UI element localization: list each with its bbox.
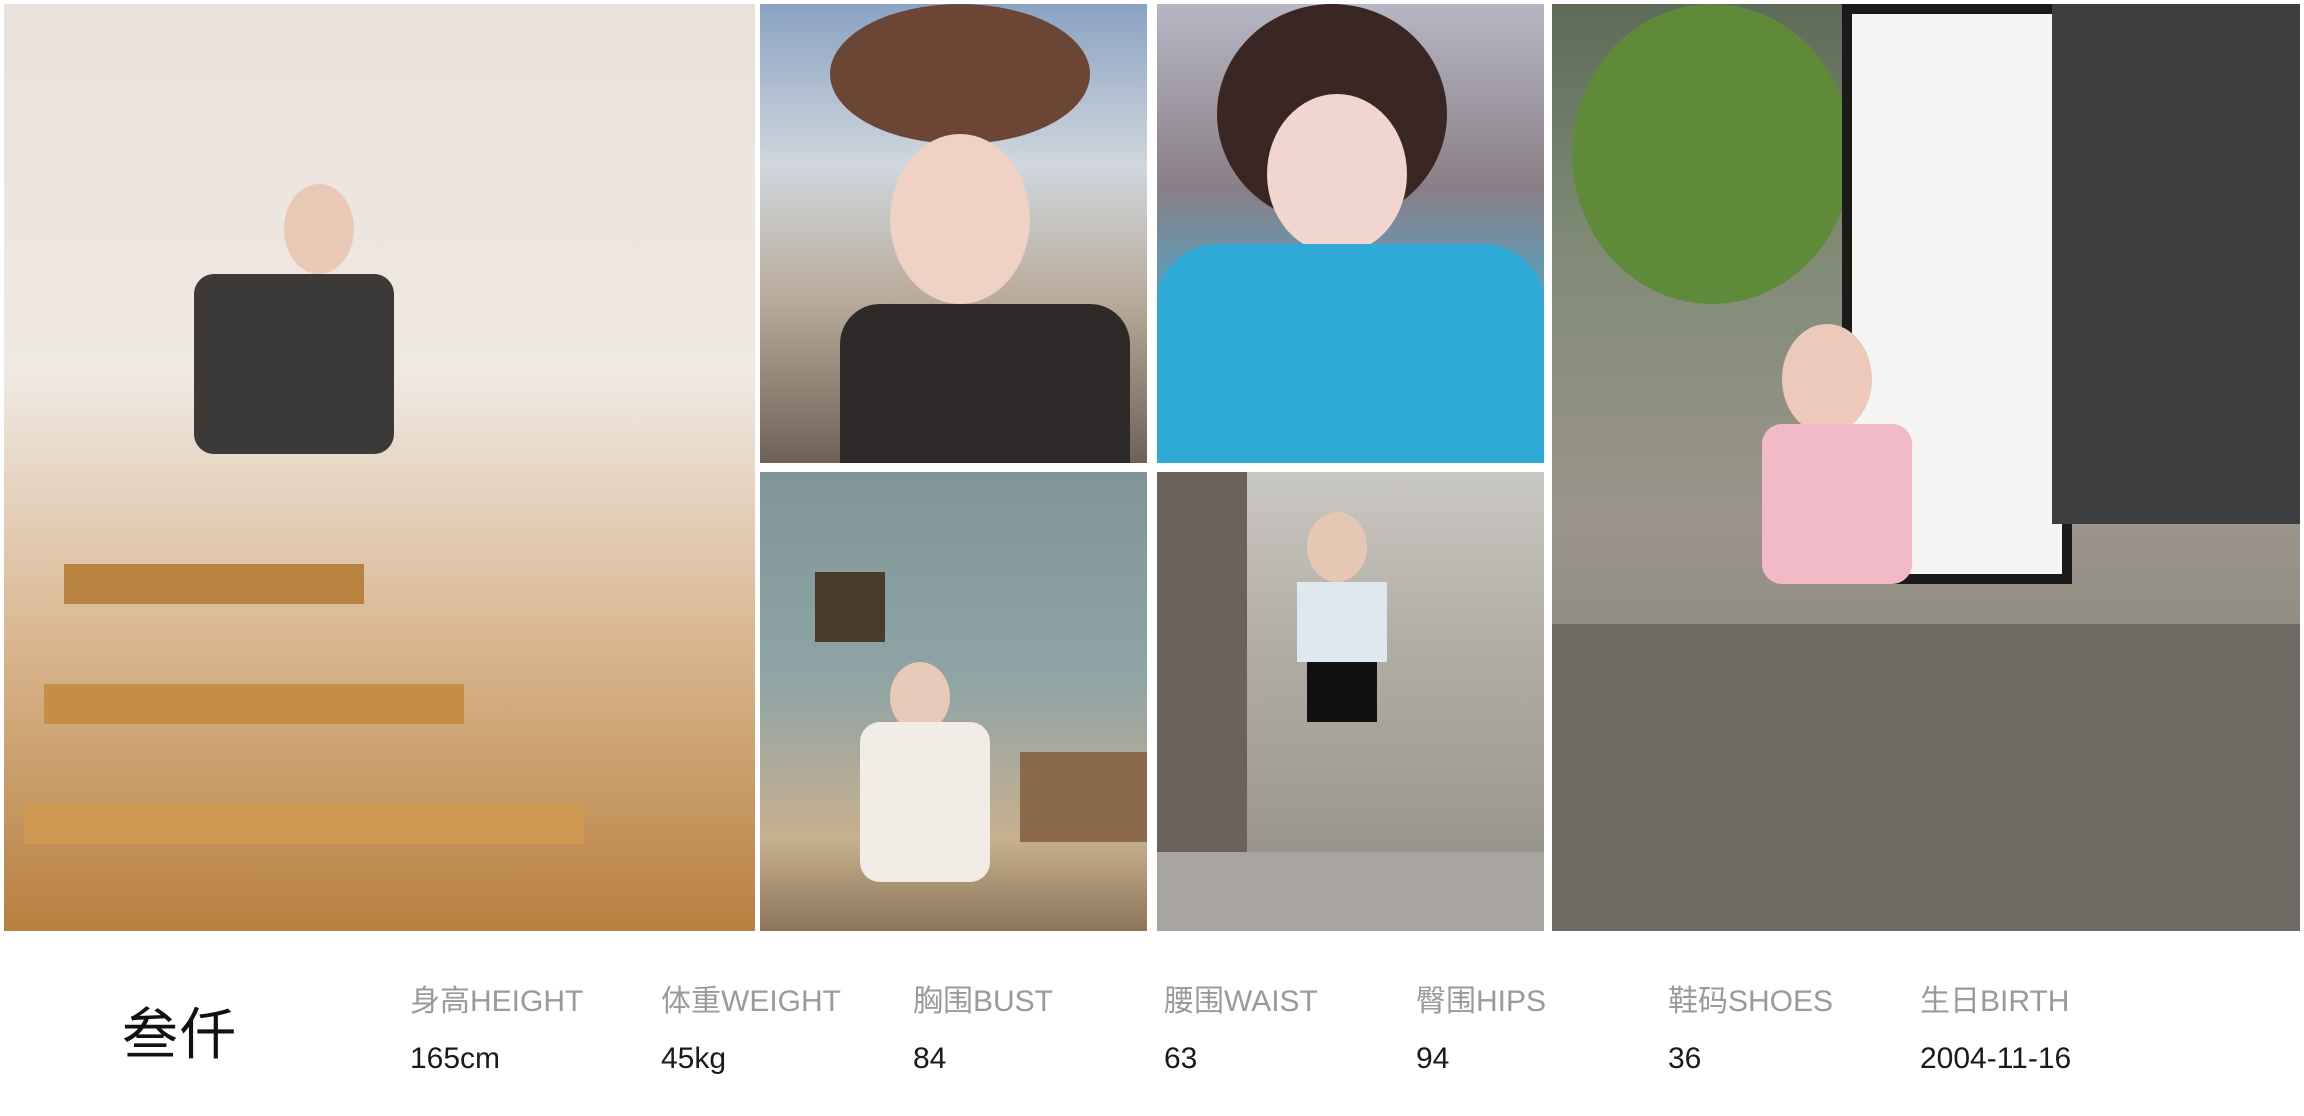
stat-value: 2004-11-16	[1920, 1042, 2072, 1075]
stat-bust: 胸围BUST 84	[913, 976, 1053, 1076]
stat-value: 94	[1416, 1042, 1450, 1075]
stat-value: 36	[1668, 1042, 1702, 1075]
stat-label: 鞋码SHOES	[1668, 985, 1834, 1018]
photo-sitting-floor	[1552, 4, 2300, 931]
stat-value: 63	[1164, 1042, 1198, 1075]
stat-label: 胸围BUST	[913, 985, 1054, 1018]
photo-street-pose	[1157, 472, 1544, 931]
stat-hips: 臀围HIPS 94	[1416, 976, 1546, 1076]
stat-waist: 腰围WAIST 63	[1164, 976, 1318, 1076]
stat-shoes: 鞋码SHOES 36	[1668, 976, 1833, 1076]
photo-blue-hoodie	[1157, 4, 1544, 463]
stat-value: 165cm	[410, 1042, 501, 1075]
stat-label: 体重WEIGHT	[661, 985, 841, 1018]
photo-cowboy-hat	[760, 4, 1147, 463]
stat-label: 腰围WAIST	[1164, 985, 1318, 1018]
model-card: 叁仟 身高HEIGHT 165cm 体重WEIGHT 45kg 胸围BUST 8…	[0, 0, 2304, 1116]
stat-value: 84	[913, 1042, 947, 1075]
model-name: 叁仟	[122, 1003, 238, 1066]
stat-value: 45kg	[661, 1042, 727, 1075]
stat-label: 身高HEIGHT	[410, 985, 584, 1018]
stat-label: 臀围HIPS	[1416, 985, 1547, 1018]
photo-lamp-chair	[760, 472, 1147, 931]
stat-weight: 体重WEIGHT 45kg	[661, 976, 841, 1076]
stat-height: 身高HEIGHT 165cm	[410, 976, 583, 1076]
photo-stairs	[4, 4, 755, 931]
stats-bar: 叁仟 身高HEIGHT 165cm 体重WEIGHT 45kg 胸围BUST 8…	[0, 936, 2304, 1116]
stat-label: 生日BIRTH	[1920, 985, 2070, 1018]
stat-birth: 生日BIRTH 2004-11-16	[1920, 976, 2071, 1076]
